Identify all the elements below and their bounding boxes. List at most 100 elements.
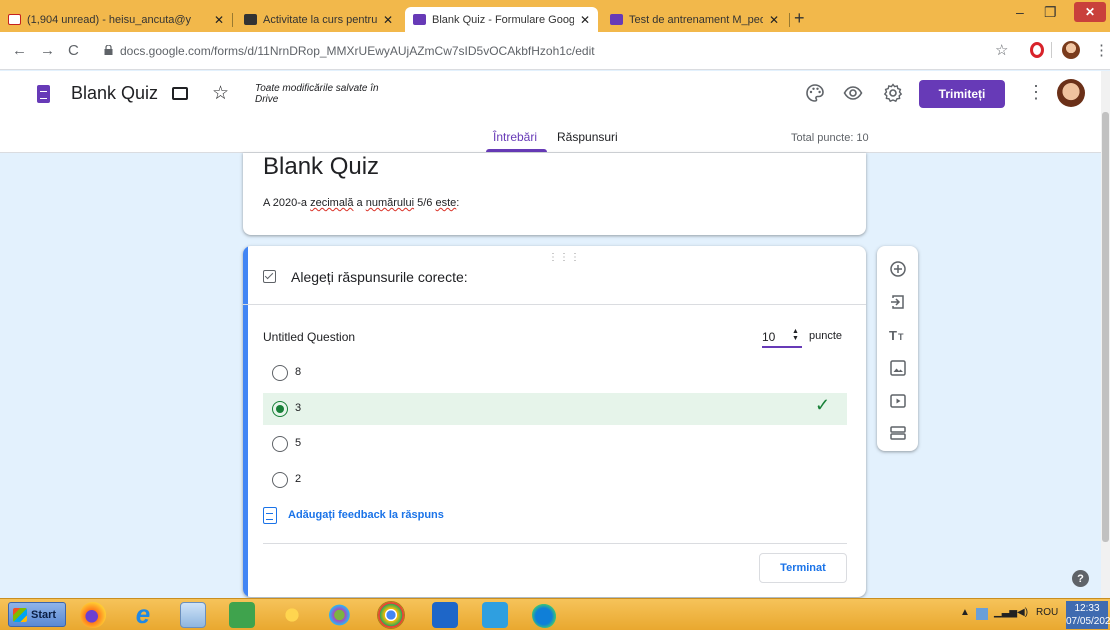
os-taskbar: Start e ▲ ▁▃▅ ◀) ROU 12:33 07/05/2020 [0, 598, 1110, 630]
browser-tab-strip: (1,904 unread) - heisu_ancuta@y ✕ Activi… [0, 0, 1110, 32]
import-questions-icon[interactable] [889, 293, 907, 311]
new-tab-button[interactable]: + [794, 9, 805, 27]
quiz-title[interactable]: Blank Quiz [263, 153, 379, 181]
firefox-icon[interactable] [80, 602, 106, 628]
forward-icon[interactable]: → [40, 42, 55, 59]
side-toolbar: T T [877, 246, 918, 451]
system-clock[interactable]: 12:33 07/05/2020 [1066, 601, 1110, 629]
drag-handle-icon[interactable]: ⋮⋮⋮ [548, 252, 581, 263]
minimize-icon[interactable]: – [1016, 4, 1024, 20]
answer-option[interactable]: 8 [263, 357, 847, 389]
classroom-icon [244, 14, 257, 25]
close-icon[interactable]: ✕ [383, 13, 393, 27]
description-text: 5/6 [414, 197, 436, 209]
start-button[interactable]: Start [8, 602, 66, 627]
file-explorer-icon[interactable] [180, 602, 206, 628]
tab-separator [789, 13, 790, 27]
add-section-icon[interactable] [889, 424, 907, 442]
internet-explorer-icon[interactable]: e [130, 601, 156, 628]
points-value[interactable]: 10 [762, 330, 775, 344]
add-video-icon[interactable] [889, 392, 907, 410]
network-tray-icon[interactable] [976, 608, 988, 620]
tab-questions[interactable]: Întrebări [493, 130, 537, 144]
folder-icon[interactable] [172, 87, 188, 100]
tray-expand-icon[interactable]: ▲ [960, 607, 970, 618]
quiz-description[interactable]: A 2020-a zecimală a numărului 5/6 este: [263, 197, 459, 209]
settings-gear-icon[interactable] [883, 83, 903, 103]
browser-tab-blank-quiz[interactable]: Blank Quiz - Formulare Google ✕ [405, 7, 598, 32]
description-text: A 2020-a [263, 197, 311, 209]
svg-text:T: T [898, 332, 904, 342]
send-button[interactable]: Trimiteți [919, 80, 1005, 108]
answer-option-correct[interactable]: 3 ✓ [263, 393, 847, 425]
store-icon[interactable] [229, 602, 255, 628]
help-icon[interactable]: ? [1072, 570, 1089, 587]
checkmark-icon: ✓ [815, 395, 831, 415]
tab-title: Blank Quiz - Formulare Google [432, 13, 574, 26]
done-button[interactable]: Terminat [759, 553, 847, 583]
preview-eye-icon[interactable] [843, 83, 863, 103]
whiteboard-app-icon[interactable] [482, 602, 508, 628]
address-bar: ← → C docs.google.com/forms/d/11NrnDRop_… [0, 32, 1110, 70]
art-app-icon[interactable] [329, 602, 355, 628]
radio-button[interactable] [272, 472, 288, 488]
account-avatar[interactable] [1057, 79, 1085, 107]
browser-tab-classroom[interactable]: Activitate la curs pentru CLASA A ✕ [236, 7, 401, 32]
tab-responses[interactable]: Răspunsuri [557, 130, 618, 144]
radio-button[interactable] [272, 365, 288, 381]
form-title[interactable]: Blank Quiz [71, 83, 158, 104]
option-label: 2 [295, 473, 302, 485]
description-text: numărului [365, 197, 415, 209]
star-icon[interactable]: ☆ [212, 82, 229, 105]
radio-button[interactable] [272, 436, 288, 452]
quiz-header-card[interactable]: Blank Quiz A 2020-a zecimală a numărului… [243, 153, 866, 235]
windows-logo-icon [13, 607, 27, 622]
bookmark-star-icon[interactable]: ☆ [995, 41, 1008, 59]
edge-icon[interactable] [532, 602, 558, 628]
volume-icon[interactable]: ◀) [1017, 607, 1028, 618]
add-image-icon[interactable] [889, 359, 907, 377]
close-icon[interactable]: ✕ [769, 13, 779, 27]
more-options-icon[interactable]: ⋮ [1027, 83, 1045, 101]
forms-icon [610, 14, 623, 25]
description-text: : [456, 197, 460, 209]
browser-tab-gmail[interactable]: (1,904 unread) - heisu_ancuta@y ✕ [0, 7, 232, 32]
browser-tab-test[interactable]: Test de antrenament M_ped, Sub ✕ [602, 7, 787, 32]
paint-app-icon[interactable] [279, 602, 305, 628]
feedback-icon[interactable] [263, 507, 277, 524]
palette-icon[interactable] [805, 83, 825, 103]
tab-title: (1,904 unread) - heisu_ancuta@y [27, 13, 192, 26]
close-icon[interactable]: ✕ [580, 13, 590, 27]
back-icon[interactable]: ← [12, 42, 27, 59]
add-feedback-link[interactable]: Adăugați feedback la răspuns [288, 509, 444, 521]
url-input[interactable]: docs.google.com/forms/d/11NrnDRop_MMXrUE… [120, 44, 595, 58]
save-status: Toate modificările salvate în Drive [255, 83, 379, 105]
option-label: 3 [295, 402, 302, 414]
notepad-app-icon[interactable] [432, 602, 458, 628]
signal-icon[interactable]: ▁▃▅ [994, 607, 1017, 618]
question-card[interactable]: ⋮⋮⋮ Alegeți răspunsurile corecte: Untitl… [243, 246, 866, 597]
scrollbar-thumb[interactable] [1102, 112, 1109, 542]
reload-icon[interactable]: C [68, 42, 79, 59]
option-label: 8 [295, 366, 302, 378]
description-text: zecimală [310, 197, 354, 209]
answer-option[interactable]: 2 [263, 464, 847, 496]
add-title-icon[interactable]: T T [889, 326, 907, 344]
gmail-icon [8, 14, 21, 25]
radio-button-selected[interactable] [272, 401, 288, 417]
close-icon[interactable]: ✕ [214, 13, 224, 27]
profile-avatar[interactable] [1062, 41, 1080, 59]
opera-extension-icon[interactable] [1030, 42, 1044, 58]
clock-date: 07/05/2020 [1066, 616, 1110, 627]
points-stepper-icon[interactable]: ▲ ▼ [792, 328, 799, 342]
language-indicator[interactable]: ROU [1036, 607, 1058, 618]
answer-option[interactable]: 5 [263, 428, 847, 460]
maximize-icon[interactable]: ❐ [1044, 4, 1057, 21]
chrome-icon[interactable] [377, 601, 405, 629]
add-question-icon[interactable] [889, 260, 907, 278]
svg-text:T: T [889, 328, 897, 343]
browser-menu-icon[interactable]: ⋮ [1094, 41, 1109, 59]
window-close-button[interactable]: ✕ [1074, 2, 1106, 22]
forms-logo-icon[interactable] [37, 85, 50, 103]
toolbar-divider [1051, 42, 1052, 58]
